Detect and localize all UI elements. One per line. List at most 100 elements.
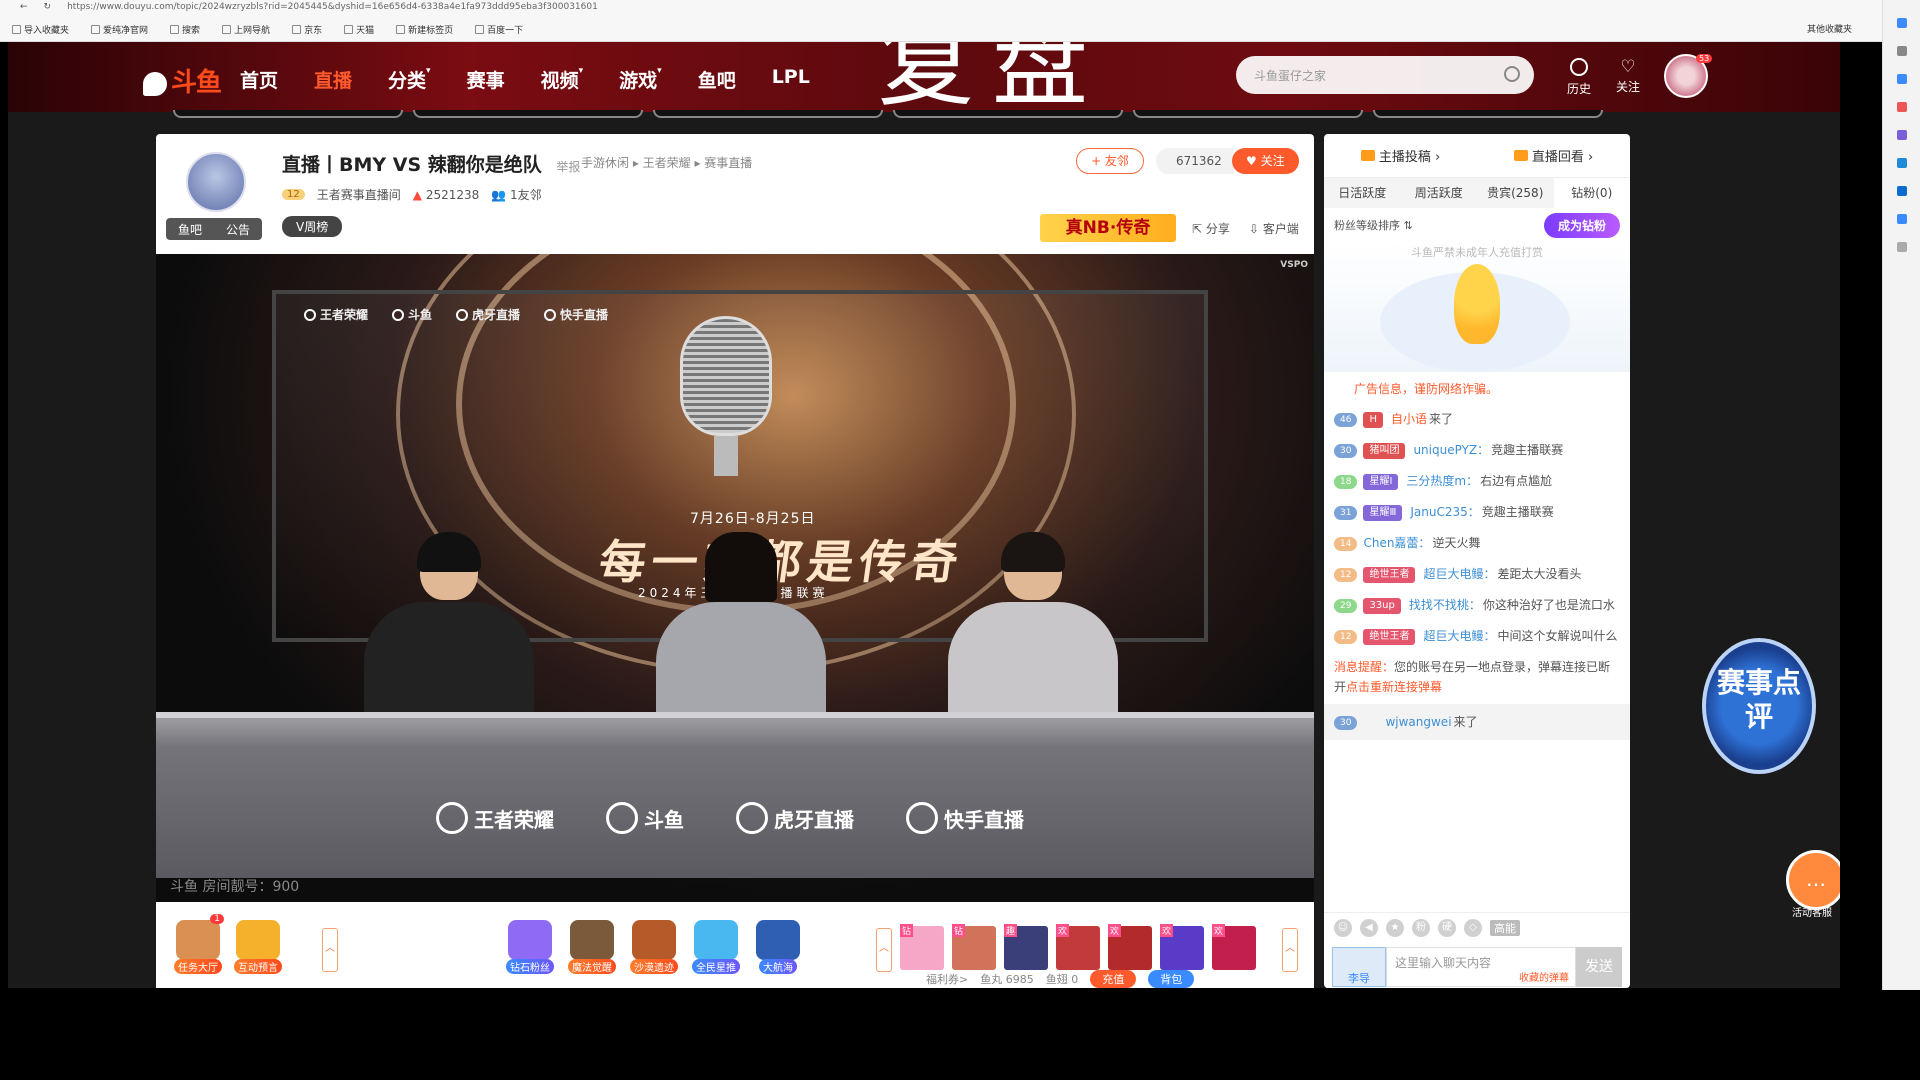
gift-item[interactable]: 沙漠遗迹: [626, 920, 682, 974]
nav-item[interactable]: 首页: [240, 66, 278, 93]
add-icon[interactable]: [1896, 242, 1907, 252]
follow-button[interactable]: ♥ 关注: [1232, 148, 1299, 174]
bookmark-item[interactable]: 百度一下: [475, 23, 523, 36]
gift-tile[interactable]: 欢: [1056, 924, 1100, 970]
nav-item[interactable]: 视频▾: [541, 66, 584, 93]
breadcrumb[interactable]: 手游休闲 ▸ 王者荣耀 ▸ 赛事直播: [581, 154, 752, 171]
bookmark-item[interactable]: 京东: [292, 23, 322, 36]
nav-item[interactable]: LPL: [772, 66, 810, 93]
gift-item[interactable]: 魔法觉醒: [564, 920, 620, 974]
history-button[interactable]: 历史: [1561, 58, 1597, 97]
chat-tool-icon[interactable]: 粉: [1412, 919, 1430, 937]
client-download-button[interactable]: ⇩ 客户端: [1249, 220, 1299, 237]
follow-nav-button[interactable]: ♡ 关注: [1610, 58, 1646, 95]
chat-tool-icon[interactable]: ☺: [1334, 919, 1352, 937]
chat-username[interactable]: uniquePYZ：: [1413, 443, 1489, 457]
bookmark-item[interactable]: 上网导航: [222, 23, 270, 36]
category-tab[interactable]: [653, 110, 883, 118]
chat-tool-icon[interactable]: ◇: [1464, 919, 1482, 937]
category-tab[interactable]: [413, 110, 643, 118]
anchor-avatar[interactable]: [186, 152, 246, 212]
nav-item[interactable]: 鱼吧: [698, 66, 736, 93]
report-link[interactable]: 举报: [556, 160, 580, 174]
reconnect-link[interactable]: 点击重新连接弹幕: [1346, 680, 1442, 694]
gift-item[interactable]: 钻石粉丝: [502, 920, 558, 974]
add-friend-button[interactable]: + 友邻: [1076, 148, 1144, 174]
category-tab[interactable]: [1133, 110, 1363, 118]
other-bookmarks[interactable]: 其他收藏夹: [1807, 22, 1852, 35]
gift-item[interactable]: 任务大厅 1: [170, 914, 226, 974]
gift-tile[interactable]: 钻: [900, 924, 944, 970]
saved-danmu-link[interactable]: 收藏的弹幕: [1519, 969, 1569, 984]
customer-service-button[interactable]: …: [1786, 850, 1840, 910]
outlook-icon[interactable]: [1896, 186, 1907, 196]
chat-username[interactable]: JanuC235：: [1410, 505, 1479, 519]
backpack-button[interactable]: 背包: [1148, 970, 1195, 988]
nav-item[interactable]: 游戏▾: [619, 66, 662, 93]
gift-tile[interactable]: 钻: [952, 924, 996, 970]
become-diamond-fan-button[interactable]: 成为钻粉: [1543, 212, 1620, 238]
search-input[interactable]: 斗鱼蛋仔之家: [1254, 67, 1326, 84]
bookmark-item[interactable]: 新建标签页: [396, 23, 453, 36]
chat-tool-icon[interactable]: ◀: [1360, 919, 1378, 937]
chat-username[interactable]: 超巨大电鳗：: [1423, 629, 1495, 643]
chat-tool-icon[interactable]: 硬: [1438, 919, 1456, 937]
chat-username[interactable]: 自小语: [1391, 412, 1427, 426]
replay-tab[interactable]: 直播回看 ›: [1513, 146, 1593, 165]
gift-tile[interactable]: 趣: [1004, 924, 1048, 970]
category-tab[interactable]: [173, 110, 403, 118]
anchor-name[interactable]: 王者赛事直播间: [317, 186, 401, 203]
nav-item[interactable]: 赛事: [467, 66, 505, 93]
high-energy-button[interactable]: 高能: [1490, 920, 1520, 936]
nav-item[interactable]: 直播: [314, 66, 352, 93]
url-text[interactable]: https://www.douyu.com/topic/2024wzryzbls…: [67, 2, 598, 12]
anchor-submissions-tab[interactable]: 主播投稿 ›: [1360, 146, 1440, 165]
search-icon[interactable]: [1504, 66, 1520, 82]
chat-username[interactable]: 找找不找桃：: [1409, 598, 1481, 612]
rank-tab[interactable]: 周活跃度: [1401, 178, 1478, 208]
video-player[interactable]: 王者荣耀斗鱼虎牙直播快手直播 7月26日-8月25日 每一刻都是传奇 2024年…: [156, 254, 1314, 902]
search-icon[interactable]: [1896, 46, 1907, 56]
bookmark-item[interactable]: 导入收藏夹: [12, 23, 69, 36]
chat-list[interactable]: 广告信息，谨防网络诈骗。 46 H 自小语 来了 30 猪叫团 uniquePYZ： 竞趣主播…: [1324, 374, 1630, 840]
tag-icon[interactable]: [1896, 74, 1907, 84]
recharge-button[interactable]: 充值: [1090, 970, 1137, 988]
gift-item[interactable]: 互动预言: [230, 920, 286, 974]
notice-link[interactable]: 公告: [226, 221, 250, 238]
search-box[interactable]: 斗鱼蛋仔之家: [1236, 56, 1534, 94]
rank-tab[interactable]: 日活跃度: [1324, 178, 1401, 208]
gift-tile[interactable]: 欢: [1212, 924, 1256, 970]
send-button[interactable]: 发送: [1576, 947, 1622, 987]
v-week-rank[interactable]: V周榜: [282, 216, 343, 237]
copilot-icon[interactable]: [1896, 18, 1907, 28]
people-icon[interactable]: [1896, 130, 1907, 140]
chat-username[interactable]: wjwangwei: [1385, 715, 1451, 729]
gift-expand-left[interactable]: ︿: [322, 928, 338, 972]
send-icon[interactable]: [1896, 214, 1907, 224]
fishbar-link[interactable]: 鱼吧: [178, 221, 202, 238]
nickname-badge[interactable]: 李导: [1332, 947, 1386, 987]
chat-textarea[interactable]: 这里输入聊天内容 收藏的弹幕: [1386, 947, 1576, 987]
bookmark-item[interactable]: 天猫: [344, 23, 374, 36]
gift-tile[interactable]: 欢: [1160, 924, 1204, 970]
ad-banner[interactable]: 真NB·传奇: [1040, 214, 1176, 242]
rank-tab[interactable]: 钻粉(0): [1553, 178, 1630, 208]
gift-expand-right[interactable]: ︿: [1282, 928, 1298, 972]
match-review-button[interactable]: 赛事点评: [1702, 638, 1816, 774]
games-icon[interactable]: [1896, 158, 1907, 168]
category-tab[interactable]: [1373, 110, 1603, 118]
chat-tool-icon[interactable]: ★: [1386, 919, 1404, 937]
share-button[interactable]: ⇱ 分享: [1192, 220, 1230, 237]
address-bar[interactable]: ← ↻ https://www.douyu.com/topic/2024wzry…: [0, 0, 1920, 14]
refresh-icon[interactable]: ↻: [44, 2, 52, 12]
back-icon[interactable]: ←: [20, 2, 28, 12]
rank-tab[interactable]: 贵宾(258): [1477, 178, 1554, 208]
welfare-link[interactable]: 福利券>: [926, 971, 968, 987]
chat-username[interactable]: 三分热度m：: [1406, 474, 1478, 488]
fan-sort-label[interactable]: 粉丝等级排序 ⇅: [1334, 217, 1413, 233]
chat-username[interactable]: Chen嘉蕾：: [1363, 536, 1430, 550]
gift-expand-mid[interactable]: ︿: [876, 928, 892, 972]
gift-item[interactable]: 大航海: [750, 920, 806, 974]
nav-item[interactable]: 分类▾: [388, 66, 431, 93]
bookmark-item[interactable]: 爱纯净官网: [91, 23, 148, 36]
